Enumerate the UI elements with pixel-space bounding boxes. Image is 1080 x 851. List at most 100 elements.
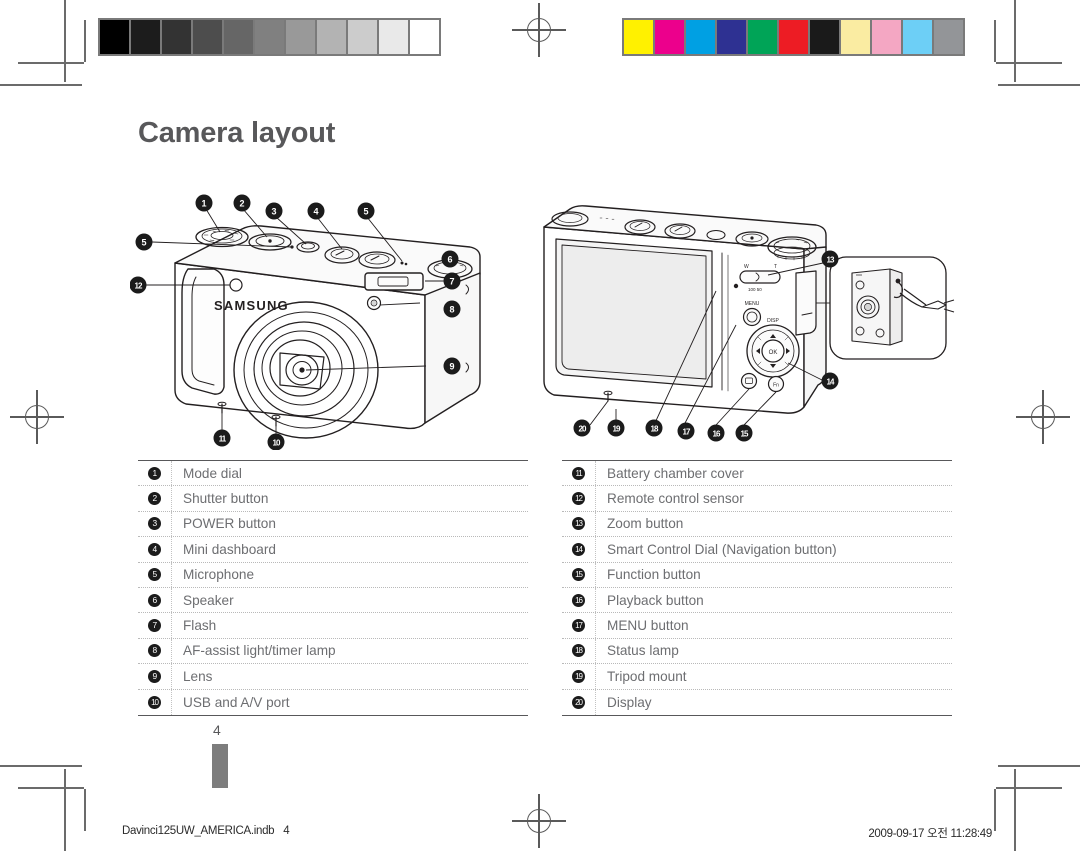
svg-text:4: 4 [313, 206, 318, 216]
svg-text:Fn: Fn [773, 383, 779, 389]
legend-label: Function button [607, 567, 701, 583]
svg-text:5: 5 [141, 237, 146, 247]
legend-row: 14 Smart Control Dial (Navigation button) [562, 537, 952, 563]
callout-badge-9: 9 [148, 669, 161, 683]
legend-table-left: 1 Mode dial 2 Shutter button 3 POWER button 4 M… [138, 460, 528, 716]
svg-text:SAMSUNG: SAMSUNG [214, 298, 289, 313]
legend-row: 5 Microphone [138, 562, 528, 588]
grayscale-swatch-4 [224, 20, 253, 54]
callout-badge-12: 12 [572, 492, 585, 506]
legend-number-cell: 1 [138, 461, 172, 486]
callout-badge-14: 14 [572, 542, 585, 556]
legend-number-cell: 16 [562, 587, 596, 613]
legend-number-cell: 7 [138, 613, 172, 638]
legend-row: 3 POWER button [138, 511, 528, 538]
svg-text:T: T [774, 264, 777, 270]
callout-badge-7: 7 [148, 619, 161, 633]
legend-row: 11 Battery chamber cover [562, 461, 952, 487]
legend-label: POWER button [183, 516, 276, 532]
color-swatch-4 [748, 20, 777, 54]
grayscale-swatch-1 [131, 20, 160, 54]
legend-number-cell: 3 [138, 511, 172, 537]
legend-row: 20 Display [562, 689, 952, 715]
legend-label: Battery chamber cover [607, 465, 744, 481]
legend-row: 15 Function button [562, 562, 952, 588]
legend-label: Flash [183, 618, 217, 634]
legend-label: AF-assist light/timer lamp [183, 643, 336, 659]
color-swatch-0 [624, 20, 653, 54]
color-calibration-bar [622, 18, 965, 56]
grayscale-swatch-0 [100, 20, 129, 54]
legend-number-cell: 17 [562, 613, 596, 638]
legend-number-cell: 13 [562, 511, 596, 537]
legend-label: Speaker [183, 592, 234, 608]
svg-text:6: 6 [447, 254, 452, 264]
legend-row: 8 AF-assist light/timer lamp [138, 638, 528, 665]
legend-label: USB and A/V port [183, 694, 290, 710]
page-number: 4 [213, 722, 221, 738]
callout-badge-1: 1 [148, 466, 161, 480]
legend-row: 16 Playback button [562, 587, 952, 614]
legend-table-right: 11 Battery chamber cover 12 Remote control … [562, 460, 952, 716]
legend-number-cell: 6 [138, 587, 172, 613]
color-swatch-1 [655, 20, 684, 54]
svg-text:5: 5 [363, 206, 368, 216]
callout-badge-3: 3 [148, 517, 161, 531]
footer-source-file: Davinci125UW_AMERICA.indb 4 [122, 825, 290, 837]
callout-badge-11: 11 [572, 466, 585, 480]
page-title: Camera layout [138, 117, 336, 149]
callout-badge-18: 18 [572, 644, 585, 658]
svg-text:DISP: DISP [767, 318, 779, 324]
legend-number-cell: 5 [138, 562, 172, 587]
grayscale-swatch-6 [286, 20, 315, 54]
callout-badge-16: 16 [572, 593, 585, 607]
legend-label: Mode dial [183, 465, 242, 481]
svg-text:OK: OK [769, 350, 778, 356]
callout-badge-4: 4 [148, 542, 161, 556]
registration-mark-top [512, 3, 566, 57]
svg-text:3: 3 [271, 206, 276, 216]
legend-label: Zoom button [607, 516, 684, 532]
legend-number-cell: 10 [138, 689, 172, 715]
legend-number-cell: 9 [138, 664, 172, 689]
color-swatch-5 [779, 20, 808, 54]
legend-number-cell: 11 [562, 461, 596, 486]
callout-badge-17: 17 [572, 619, 585, 633]
grayscale-swatch-2 [162, 20, 191, 54]
legend-label: Status lamp [607, 643, 679, 659]
color-swatch-3 [717, 20, 746, 54]
legend-number-cell: 4 [138, 537, 172, 562]
legend-number-cell: 8 [138, 638, 172, 664]
legend-label: Playback button [607, 592, 704, 608]
callout-badge-5: 5 [148, 568, 161, 582]
grayscale-swatch-7 [317, 20, 346, 54]
page-marker-bar [212, 744, 228, 788]
footer-file-name: Davinci125UW_AMERICA.indb [122, 825, 275, 837]
camera-front-view: SAMSUNG 1 2 3 4 5 5 6 7 8 9 10 11 12 [130, 194, 481, 450]
legend-row: 4 Mini dashboard [138, 537, 528, 563]
legend-number-cell: 15 [562, 562, 596, 587]
legend-label: Remote control sensor [607, 491, 744, 507]
legend-number-cell: 20 [562, 689, 596, 715]
legend-row: 6 Speaker [138, 587, 528, 614]
color-swatch-10 [934, 20, 963, 54]
svg-text:9: 9 [449, 361, 454, 371]
grayscale-swatch-5 [255, 20, 284, 54]
legend-number-cell: 2 [138, 486, 172, 511]
legend-label: MENU button [607, 618, 689, 634]
legend-row: 9 Lens [138, 664, 528, 690]
color-swatch-7 [841, 20, 870, 54]
callout-badge-19: 19 [572, 669, 585, 683]
color-swatch-9 [903, 20, 932, 54]
legend-row: 7 Flash [138, 613, 528, 639]
grayscale-swatch-10 [410, 20, 439, 54]
footer-timestamp: 2009-09-17 오전 11:28:49 [868, 828, 992, 840]
color-swatch-2 [686, 20, 715, 54]
legend-row: 10 USB and A/V port [138, 689, 528, 715]
registration-mark-bottom [512, 794, 566, 848]
legend-label: Tripod mount [607, 668, 687, 684]
svg-text:MENU: MENU [745, 301, 760, 307]
color-swatch-6 [810, 20, 839, 54]
legend-label: Microphone [183, 567, 255, 583]
svg-text:7: 7 [449, 276, 454, 286]
